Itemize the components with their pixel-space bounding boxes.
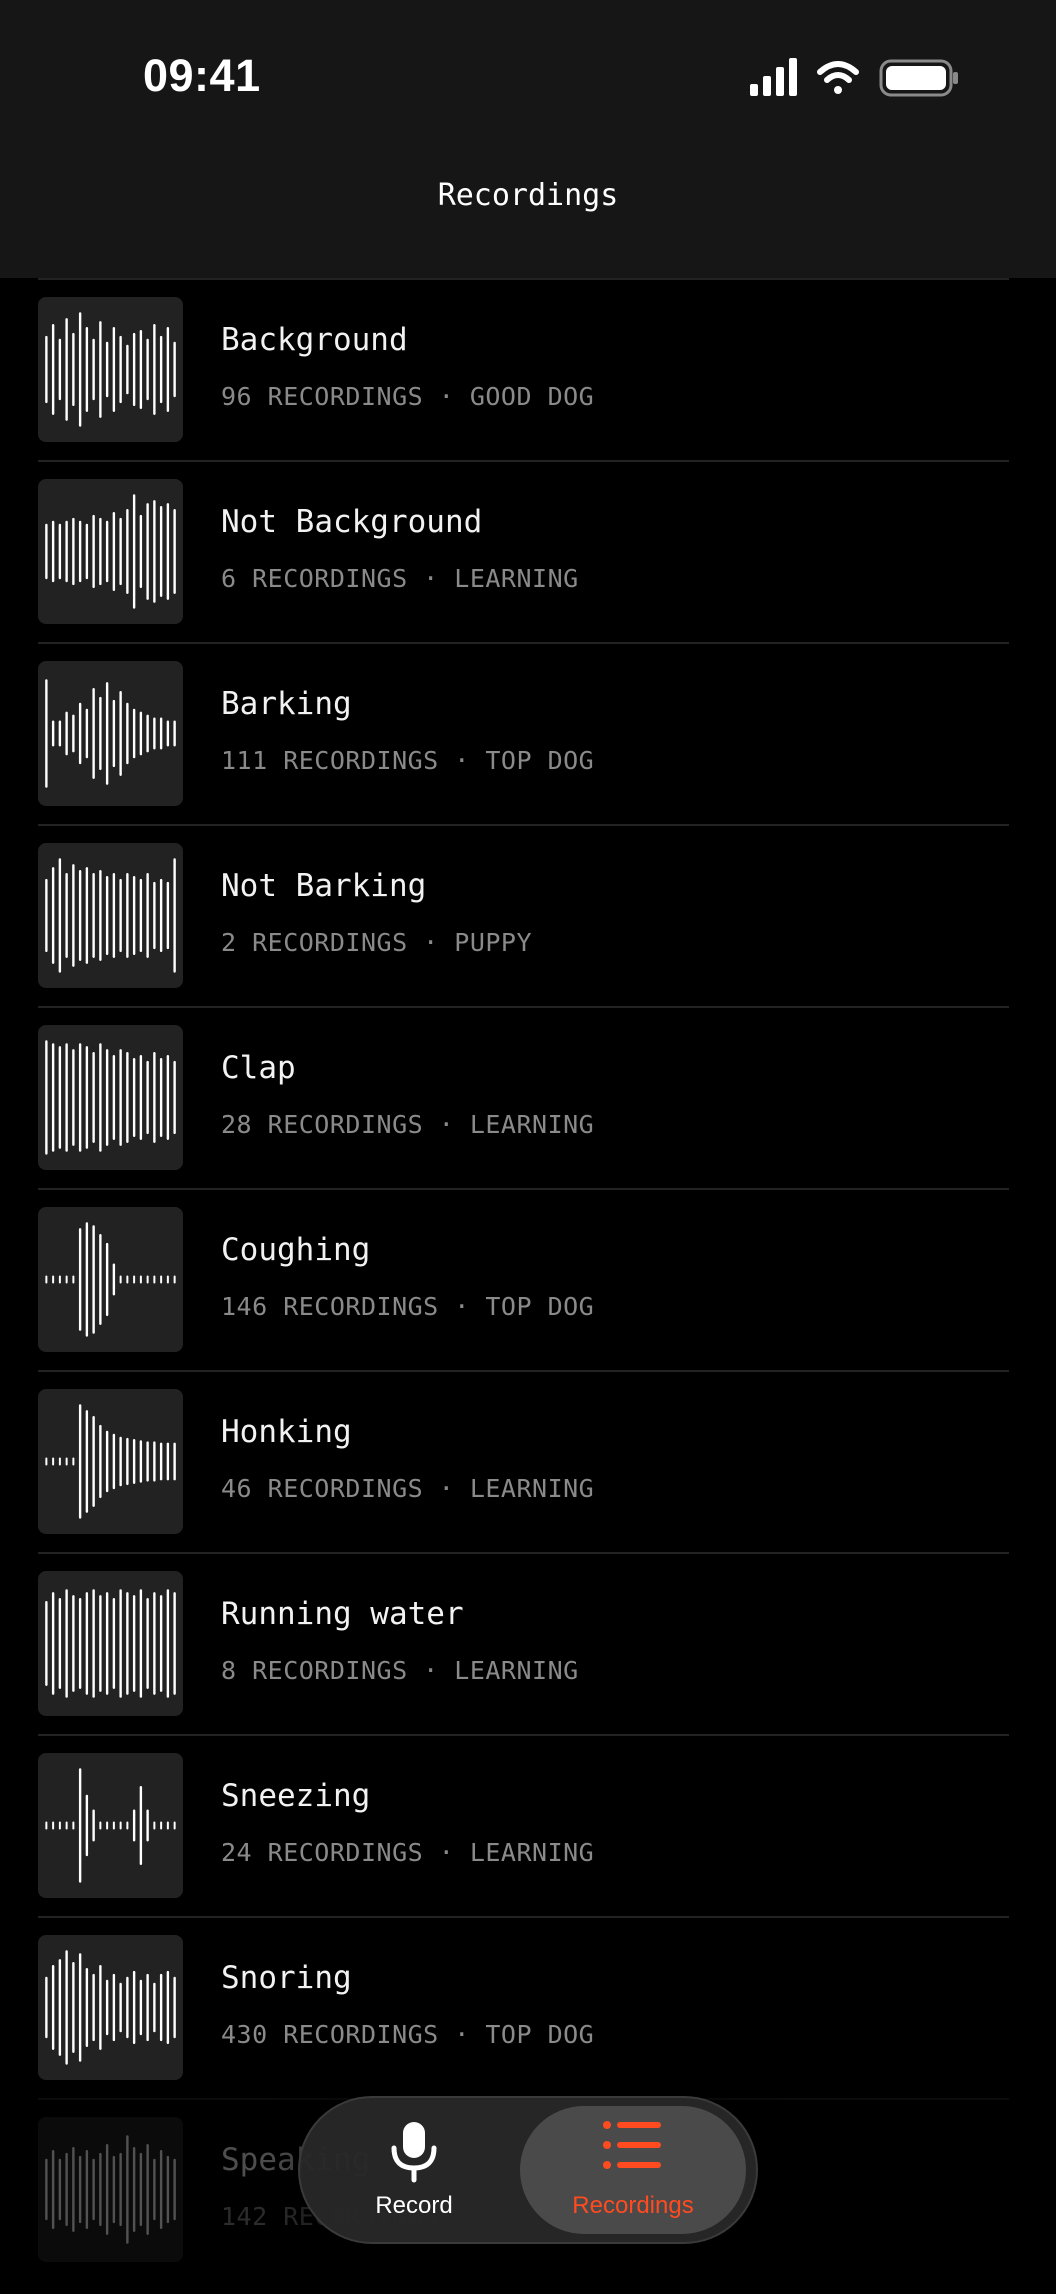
list-item[interactable]: Coughing 146 RECORDINGS · TOP DOG — [38, 1188, 1009, 1370]
waveform-thumbnail — [38, 661, 183, 806]
recording-title: Snoring — [221, 1960, 352, 1996]
waveform-icon — [45, 1222, 176, 1337]
microphone-icon — [386, 2120, 442, 2188]
recording-title: Coughing — [221, 1232, 371, 1268]
cellular-signal-icon — [750, 58, 797, 96]
recording-meta: 6 RECORDINGS · LEARNING — [221, 564, 579, 593]
waveform-thumbnail — [38, 1389, 183, 1534]
waveform-icon — [45, 1040, 176, 1155]
status-icons — [750, 58, 960, 98]
tab-recordings[interactable]: Recordings — [520, 2106, 746, 2234]
recording-title: Clap — [221, 1050, 296, 1086]
recording-meta: 146 RECORDINGS · TOP DOG — [221, 1292, 595, 1321]
wifi-icon — [817, 61, 859, 94]
recording-meta: 24 RECORDINGS · LEARNING — [221, 1838, 595, 1867]
waveform-icon — [45, 1589, 176, 1698]
battery-icon — [879, 59, 958, 97]
waveform-thumbnail — [38, 1753, 183, 1898]
waveform-icon — [45, 1404, 176, 1519]
recording-meta: 2 RECORDINGS · PUPPY — [221, 928, 533, 957]
nav-bar: Recordings — [0, 150, 1056, 278]
recording-title: Sneezing — [221, 1778, 371, 1814]
waveform-thumbnail — [38, 843, 183, 988]
list-item[interactable]: Snoring 430 RECORDINGS · TOP DOG — [38, 1916, 1009, 2098]
waveform-icon — [45, 1768, 176, 1883]
list-item[interactable]: Clap 28 RECORDINGS · LEARNING — [38, 1006, 1009, 1188]
waveform-icon — [45, 494, 176, 609]
list-item[interactable]: Background 96 RECORDINGS · GOOD DOG — [38, 278, 1009, 460]
status-bar: 09:41 — [0, 0, 1056, 150]
list-item[interactable]: Sneezing 24 RECORDINGS · LEARNING — [38, 1734, 1009, 1916]
recording-title: Background — [221, 322, 408, 358]
recording-title: Honking — [221, 1414, 352, 1450]
recording-title: Not Barking — [221, 868, 427, 904]
list-icon — [603, 2120, 663, 2174]
waveform-icon — [45, 858, 176, 973]
waveform-thumbnail — [38, 1025, 183, 1170]
recording-title: Barking — [221, 686, 352, 722]
recording-title: Running water — [221, 1596, 464, 1632]
recording-meta: 96 RECORDINGS · GOOD DOG — [221, 382, 595, 411]
waveform-thumbnail — [38, 1935, 183, 2080]
tab-record[interactable]: Record — [314, 2106, 514, 2234]
tab-record-label: Record — [375, 2192, 453, 2219]
tab-bar: Record Recordings — [298, 2096, 758, 2244]
waveform-thumbnail — [38, 479, 183, 624]
list-item[interactable]: Barking 111 RECORDINGS · TOP DOG — [38, 642, 1009, 824]
waveform-thumbnail — [38, 1571, 183, 1716]
recording-meta: 46 RECORDINGS · LEARNING — [221, 1474, 595, 1503]
waveform-thumbnail — [38, 1207, 183, 1352]
page-title: Recordings — [437, 178, 619, 213]
recording-meta: 28 RECORDINGS · LEARNING — [221, 1110, 595, 1139]
list-item[interactable]: Not Barking 2 RECORDINGS · PUPPY — [38, 824, 1009, 1006]
recording-meta: 8 RECORDINGS · LEARNING — [221, 1656, 579, 1685]
waveform-icon — [45, 312, 176, 427]
list-item[interactable]: Running water 8 RECORDINGS · LEARNING — [38, 1552, 1009, 1734]
recordings-list[interactable]: Background 96 RECORDINGS · GOOD DOG Not Ba… — [0, 278, 1056, 2294]
recording-meta: 111 RECORDINGS · TOP DOG — [221, 746, 595, 775]
recording-title: Not Background — [221, 504, 483, 540]
list-item[interactable]: Honking 46 RECORDINGS · LEARNING — [38, 1370, 1009, 1552]
status-time: 09:41 — [143, 50, 261, 101]
waveform-icon — [45, 1950, 176, 2065]
recording-meta: 430 RECORDINGS · TOP DOG — [221, 2020, 595, 2049]
list-item[interactable]: Not Background 6 RECORDINGS · LEARNING — [38, 460, 1009, 642]
tab-recordings-label: Recordings — [572, 2192, 694, 2219]
waveform-thumbnail — [38, 297, 183, 442]
waveform-icon — [45, 2135, 176, 2244]
waveform-icon — [45, 679, 176, 788]
waveform-thumbnail — [38, 2117, 183, 2262]
